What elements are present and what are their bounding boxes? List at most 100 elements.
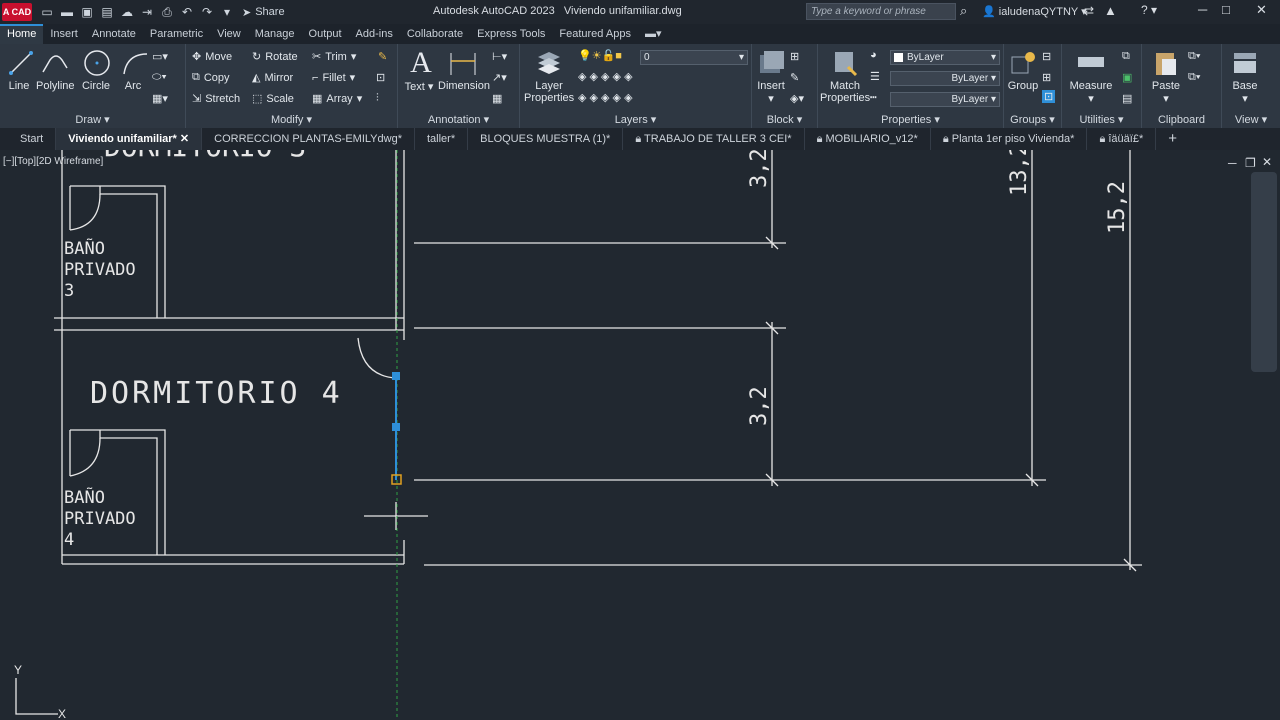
file-tab-active[interactable]: Viviendo unifamiliar* ✕: [56, 128, 203, 150]
modify-panel-title[interactable]: Modify ▾: [186, 113, 397, 126]
circle-button[interactable]: Circle: [80, 48, 112, 92]
customize-qat-icon[interactable]: ▾: [220, 5, 234, 19]
polyline-button[interactable]: Polyline: [36, 48, 75, 92]
help-button[interactable]: ? ▾: [1141, 3, 1157, 17]
group-edit-icon[interactable]: ⊞: [1042, 71, 1051, 84]
file-tab[interactable]: 🔒︎ Planta 1er piso Vivienda*: [931, 128, 1088, 150]
color-dropdown[interactable]: ByLayer ▾: [890, 50, 1000, 65]
scale-button[interactable]: ⬚ Scale: [252, 92, 294, 106]
file-tab[interactable]: CORRECCION PLANTAS-EMILYdwg*: [202, 128, 415, 150]
paste-button[interactable]: Paste ▾: [1148, 48, 1184, 105]
edit-attributes-icon[interactable]: ◈▾: [790, 92, 804, 105]
layer-dropdown[interactable]: 0 ▾: [640, 50, 748, 65]
erase-icon[interactable]: ✎: [378, 50, 387, 63]
dimension-button[interactable]: Dimension: [438, 48, 490, 92]
user-account[interactable]: 👤 ialudenaQYTNY ▾: [982, 5, 1087, 18]
new-file-icon[interactable]: ▭: [40, 5, 54, 19]
tab-manage[interactable]: Manage: [248, 24, 302, 44]
autodesk-app-store-icon[interactable]: ⇄: [1084, 4, 1094, 18]
tab-view[interactable]: View: [210, 24, 248, 44]
offset-icon[interactable]: ⫶: [376, 92, 379, 105]
group-button[interactable]: Group: [1006, 48, 1040, 92]
export-icon[interactable]: ⇥: [140, 5, 154, 19]
draw-panel-title[interactable]: Draw ▾: [0, 113, 185, 126]
measure-button[interactable]: Measure ▾: [1066, 48, 1116, 105]
layers-panel-title[interactable]: Layers ▾: [520, 113, 751, 126]
cut-icon[interactable]: ⧉▾: [1188, 71, 1200, 84]
share-button[interactable]: ➤ Share: [242, 6, 285, 19]
file-tab[interactable]: BLOQUES MUESTRA (1)*: [468, 128, 624, 150]
maximize-button[interactable]: □: [1222, 2, 1230, 17]
file-tab[interactable]: 🔒︎ MOBILIARIO_v12*: [805, 128, 931, 150]
file-tab[interactable]: taller*: [415, 128, 469, 150]
save-icon[interactable]: ▣: [80, 5, 94, 19]
create-block-icon[interactable]: ⊞: [790, 50, 799, 63]
save-as-icon[interactable]: ▤: [100, 5, 114, 19]
grip-handle[interactable]: [392, 423, 400, 431]
tab-add-ins[interactable]: Add-ins: [349, 24, 400, 44]
tab-featured-apps[interactable]: Featured Apps: [552, 24, 638, 44]
match-properties-button[interactable]: Match Properties: [820, 48, 870, 104]
utilities-panel-title[interactable]: Utilities ▾: [1062, 113, 1141, 126]
open-folder-icon[interactable]: ▬: [60, 5, 74, 19]
tab-output[interactable]: Output: [302, 24, 349, 44]
close-button[interactable]: ✕: [1256, 2, 1267, 18]
layer-state-icons[interactable]: 💡☀🔓■: [578, 49, 622, 62]
array-button[interactable]: ▦ Array ▾: [312, 92, 362, 106]
group-selection-icon[interactable]: ⊡: [1042, 90, 1056, 103]
linetype-dropdown[interactable]: ByLayer ▾: [890, 92, 1000, 107]
search-icon[interactable]: ⌕: [960, 3, 967, 19]
layer-tools-row1-icons[interactable]: ◈ ◈ ◈ ◈ ◈: [578, 70, 633, 83]
search-input[interactable]: Type a keyword or phrase: [806, 3, 956, 20]
tab-annotate[interactable]: Annotate: [85, 24, 143, 44]
tab-insert[interactable]: Insert: [43, 24, 85, 44]
grip-handle[interactable]: [392, 372, 400, 380]
groups-panel-title[interactable]: Groups ▾: [1004, 113, 1061, 126]
move-button[interactable]: ✥ Move: [192, 50, 232, 64]
cloud-save-icon[interactable]: ☁: [120, 5, 134, 19]
calculator-icon[interactable]: ▤: [1122, 92, 1132, 105]
properties-panel-title[interactable]: Properties ▾: [818, 113, 1003, 126]
tab-home[interactable]: Home: [0, 24, 44, 44]
edit-block-icon[interactable]: ✎: [790, 71, 799, 84]
base-button[interactable]: Base ▾: [1228, 48, 1262, 105]
copy-button[interactable]: ⧉ Copy: [192, 71, 230, 84]
fillet-button[interactable]: ⌐ Fillet ▾: [312, 71, 355, 85]
ungroup-icon[interactable]: ⊟: [1042, 50, 1051, 63]
minimize-button[interactable]: ─: [1198, 2, 1207, 17]
tab-collaborate[interactable]: Collaborate: [400, 24, 470, 44]
stay-connected-icon[interactable]: ▲: [1104, 3, 1117, 18]
leader-icon[interactable]: ⊢▾: [492, 50, 507, 63]
trim-button[interactable]: ✂ Trim ▾: [312, 50, 356, 64]
print-icon[interactable]: ⎙: [160, 5, 174, 19]
mirror-button[interactable]: ◭ Mirror: [252, 71, 293, 85]
block-panel-title[interactable]: Block ▾: [752, 113, 817, 126]
explode-icon[interactable]: ⊡: [376, 71, 385, 84]
close-tab-icon[interactable]: ✕: [180, 133, 189, 145]
autocad-logo[interactable]: A CAD: [2, 3, 32, 21]
ribbon-options-button[interactable]: ▬▾: [638, 24, 669, 44]
hatch-icon[interactable]: ▦▾: [152, 92, 168, 105]
file-tab-start[interactable]: Start: [0, 128, 57, 150]
lineweight-dropdown[interactable]: ByLayer ▾: [890, 71, 1000, 86]
annotation-panel-title[interactable]: Annotation ▾: [398, 113, 519, 126]
view-panel-title[interactable]: View ▾: [1222, 113, 1280, 126]
line-button[interactable]: Line: [4, 48, 34, 92]
text-button[interactable]: A Text ▾: [404, 46, 434, 93]
undo-icon[interactable]: ↶: [180, 5, 194, 19]
layer-tools-row2-icons[interactable]: ◈ ◈ ◈ ◈ ◈: [578, 91, 633, 104]
rectangle-icon[interactable]: ▭▾: [152, 50, 168, 63]
copy-clip-icon[interactable]: ⧉▾: [1188, 50, 1200, 63]
stretch-button[interactable]: ⇲ Stretch: [192, 92, 240, 106]
insert-button[interactable]: Insert ▾: [754, 48, 788, 105]
table-icon[interactable]: ▦: [492, 92, 502, 105]
quick-select-icon[interactable]: ⧉: [1122, 50, 1130, 63]
select-all-icon[interactable]: ▣: [1122, 71, 1132, 84]
new-tab-button[interactable]: +: [1156, 128, 1189, 150]
ellipse-icon[interactable]: ⬭▾: [152, 71, 167, 84]
file-tab[interactable]: 🔒︎ TRABAJO DE TALLER 3 CEI*: [623, 128, 805, 150]
file-tab[interactable]: 🔒︎ îäüäï£*: [1087, 128, 1157, 150]
arc-button[interactable]: Arc: [118, 48, 148, 92]
tab-express-tools[interactable]: Express Tools: [470, 24, 552, 44]
tab-parametric[interactable]: Parametric: [143, 24, 210, 44]
